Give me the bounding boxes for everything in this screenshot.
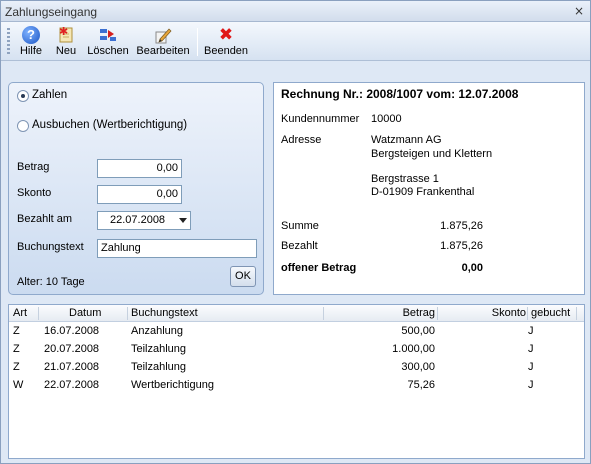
exit-button[interactable]: ✖ Beenden xyxy=(204,24,248,58)
help-button[interactable]: ? Hilfe xyxy=(16,24,46,58)
table-row[interactable]: Z 16.07.2008 Anzahlung 500,00 J xyxy=(9,323,584,341)
amount-field[interactable]: 0,00 xyxy=(97,159,182,178)
radio-writeoff-label[interactable]: Ausbuchen (Wertberichtigung) xyxy=(32,119,187,131)
cell-datum: 16.07.2008 xyxy=(44,325,100,337)
delete-icon xyxy=(99,26,117,44)
cell-art: Z xyxy=(13,361,20,373)
address-line-2: Bergsteigen und Klettern xyxy=(371,148,493,160)
posting-text-label: Buchungstext xyxy=(17,241,84,253)
cell-gebucht: J xyxy=(528,343,534,355)
payments-table: Art Datum Buchungstext Betrag Skonto geb… xyxy=(8,304,585,459)
toolbar: ? Hilfe ✱ Neu Löschen Bearbeiten ✖ Beend… xyxy=(1,22,590,61)
close-icon[interactable]: × xyxy=(574,4,584,18)
cell-text: Wertberichtigung xyxy=(131,379,214,391)
col-datum[interactable]: Datum xyxy=(69,307,101,319)
table-row[interactable]: Z 21.07.2008 Teilzahlung 300,00 J xyxy=(9,359,584,377)
address-line-3: Bergstrasse 1 xyxy=(371,173,439,185)
col-betrag[interactable]: Betrag xyxy=(403,307,435,319)
cell-art: W xyxy=(13,379,24,391)
paid-on-label: Bezahlt am xyxy=(17,213,73,225)
svg-text:✱: ✱ xyxy=(59,26,68,38)
open-amount-label: offener Betrag xyxy=(281,262,357,274)
cell-betrag: 75,26 xyxy=(407,379,435,391)
toolbar-grip[interactable] xyxy=(7,28,10,56)
col-buchungstext[interactable]: Buchungstext xyxy=(131,307,198,319)
help-label: Hilfe xyxy=(19,45,42,57)
paid-value: 1.875,26 xyxy=(440,240,483,252)
ok-button[interactable]: OK xyxy=(230,266,256,287)
sum-value: 1.875,26 xyxy=(440,220,483,232)
sum-label: Summe xyxy=(281,220,319,232)
address-line-1: Watzmann AG xyxy=(371,134,442,146)
cell-text: Teilzahlung xyxy=(131,343,187,355)
payment-form-panel: Zahlen Ausbuchen (Wertberichtigung) Betr… xyxy=(8,82,264,295)
cell-betrag: 300,00 xyxy=(401,361,435,373)
edit-label: Bearbeiten xyxy=(136,45,190,57)
window-title: Zahlungseingang xyxy=(5,5,98,19)
radio-writeoff[interactable] xyxy=(17,120,29,132)
discount-field[interactable]: 0,00 xyxy=(97,185,182,204)
col-art[interactable]: Art xyxy=(13,307,27,319)
table-row[interactable]: Z 20.07.2008 Teilzahlung 1.000,00 J xyxy=(9,341,584,359)
delete-button[interactable]: Löschen xyxy=(85,24,131,58)
cell-datum: 21.07.2008 xyxy=(44,361,100,373)
amount-label: Betrag xyxy=(17,161,50,173)
cell-datum: 22.07.2008 xyxy=(44,379,100,391)
column-divider[interactable] xyxy=(38,307,39,320)
cell-text: Anzahlung xyxy=(131,325,183,337)
edit-pencil-icon xyxy=(154,26,172,44)
open-amount-value: 0,00 xyxy=(461,262,483,274)
invoice-panel: Rechnung Nr.: 2008/1007 vom: 12.07.2008 … xyxy=(273,82,585,295)
cell-art: Z xyxy=(13,325,20,337)
posting-text-field[interactable]: Zahlung xyxy=(97,239,257,258)
table-row[interactable]: W 22.07.2008 Wertberichtigung 75,26 J xyxy=(9,377,584,395)
cell-betrag: 500,00 xyxy=(401,325,435,337)
table-header: Art Datum Buchungstext Betrag Skonto geb… xyxy=(9,305,584,322)
address-line-4: D-01909 Frankenthal xyxy=(371,186,475,198)
new-label: Neu xyxy=(55,45,77,57)
exit-x-icon: ✖ xyxy=(218,25,234,45)
address-label: Adresse xyxy=(281,134,322,146)
column-divider[interactable] xyxy=(527,307,528,320)
cell-text: Teilzahlung xyxy=(131,361,187,373)
chevron-down-icon[interactable] xyxy=(179,218,187,223)
radio-pay-label[interactable]: Zahlen xyxy=(32,89,67,101)
column-divider[interactable] xyxy=(323,307,324,320)
paid-label: Bezahlt xyxy=(281,240,318,252)
age-text: Alter: 10 Tage xyxy=(17,276,85,288)
cell-betrag: 1.000,00 xyxy=(392,343,435,355)
exit-label: Beenden xyxy=(204,45,249,57)
customer-no-value: 10000 xyxy=(371,113,402,125)
col-skonto[interactable]: Skonto xyxy=(492,307,526,319)
customer-no-label: Kundennummer xyxy=(281,113,360,125)
column-divider[interactable] xyxy=(127,307,128,320)
column-divider[interactable] xyxy=(576,307,577,320)
invoice-heading: Rechnung Nr.: 2008/1007 vom: 12.07.2008 xyxy=(281,87,519,101)
payment-window: Zahlungseingang × ? Hilfe ✱ Neu Löschen … xyxy=(0,0,591,464)
discount-label: Skonto xyxy=(17,187,52,199)
radio-pay[interactable] xyxy=(17,90,29,102)
new-button[interactable]: ✱ Neu xyxy=(51,24,81,58)
cell-gebucht: J xyxy=(528,361,534,373)
paid-on-date-picker[interactable]: 22.07.2008 xyxy=(97,211,191,230)
help-icon: ? xyxy=(22,26,40,44)
cell-datum: 20.07.2008 xyxy=(44,343,100,355)
cell-gebucht: J xyxy=(528,325,534,337)
col-gebucht[interactable]: gebucht xyxy=(531,307,570,319)
title-bar: Zahlungseingang × xyxy=(1,1,590,22)
column-divider[interactable] xyxy=(437,307,438,320)
cell-art: Z xyxy=(13,343,20,355)
toolbar-separator xyxy=(197,28,198,56)
delete-label: Löschen xyxy=(87,45,129,57)
cell-gebucht: J xyxy=(528,379,534,391)
edit-button[interactable]: Bearbeiten xyxy=(135,24,191,58)
paid-on-value: 22.07.2008 xyxy=(110,214,166,226)
new-document-icon: ✱ xyxy=(57,25,75,44)
